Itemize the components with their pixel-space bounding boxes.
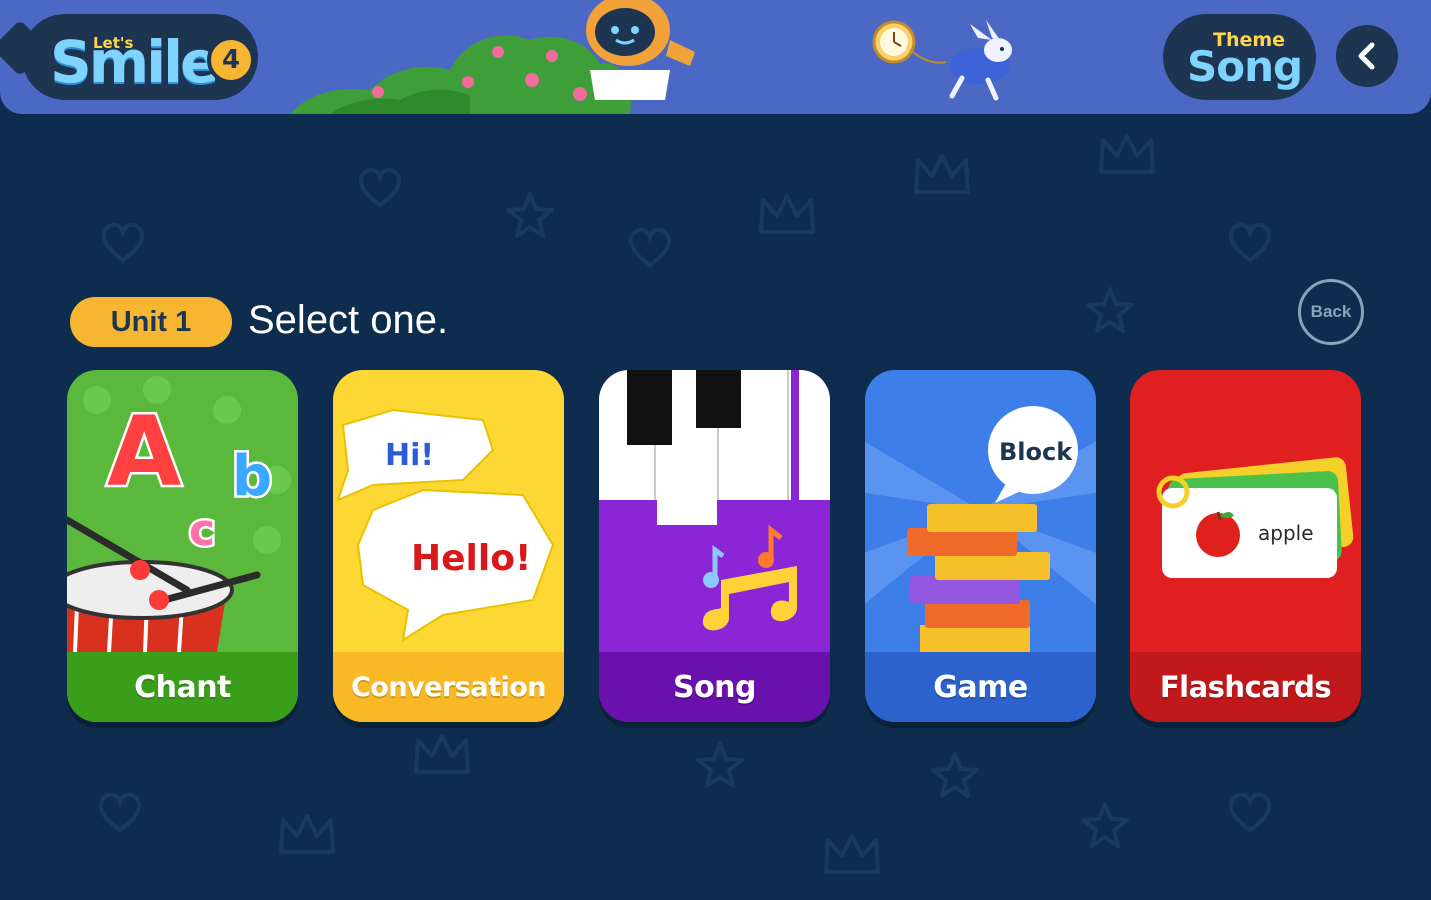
rabbit-clock-illustration [872, 20, 1012, 101]
crown-doodle-icon [759, 194, 815, 234]
heart-doodle-icon [358, 167, 402, 208]
flashcards-card[interactable]: apple Flashcards [1130, 370, 1361, 722]
hi-text: Hi! [385, 438, 434, 473]
crown-doodle-icon [279, 814, 335, 854]
flashcard-apple-icon: apple [1156, 457, 1354, 578]
crown-doodle-icon [1099, 134, 1155, 174]
level-badge: 4 [207, 36, 255, 84]
star-doodle-icon [506, 192, 554, 238]
letter-a-glyph: A [107, 396, 181, 508]
heart-doodle-icon [98, 792, 142, 833]
select-prompt: Select one. [248, 298, 449, 342]
chevron-left-icon [1358, 42, 1375, 70]
star-doodle-icon [1086, 287, 1134, 333]
crown-doodle-icon [914, 154, 970, 194]
theme-song-button[interactable]: Theme Song [1163, 14, 1316, 100]
header-back-button[interactable] [1336, 25, 1398, 87]
song-label: Song [599, 652, 830, 722]
chant-card[interactable]: A b c Chant [67, 370, 298, 722]
apple-word: apple [1258, 521, 1314, 545]
crown-doodle-icon [824, 834, 880, 874]
letter-c-glyph: c [189, 505, 215, 556]
block-text: Block [999, 438, 1073, 466]
chant-label: Chant [67, 652, 298, 722]
star-doodle-icon [931, 752, 979, 798]
heart-doodle-icon [101, 222, 145, 263]
speech-bubbles-icon: Hi! Hello! [336, 408, 555, 643]
song-card[interactable]: Song [599, 370, 830, 722]
conversation-card[interactable]: Hi! Hello! Conversation [333, 370, 564, 722]
game-label: Game [865, 652, 1096, 722]
heart-doodle-icon [628, 227, 672, 268]
letter-b-glyph: b [232, 444, 272, 509]
logo-lets-text: Let's [93, 34, 134, 52]
back-button[interactable]: Back [1298, 279, 1364, 345]
hello-text: Hello! [411, 538, 531, 579]
piano-notes-icon [599, 370, 830, 631]
star-doodle-icon [696, 742, 744, 788]
drum-abc-icon: A b c [67, 376, 291, 652]
conversation-label: Conversation [333, 652, 564, 722]
unit-badge: Unit 1 [70, 297, 232, 347]
heart-doodle-icon [1228, 792, 1272, 833]
theme-song-bottom-label: Song [1187, 42, 1303, 91]
block-tower-icon: Block [865, 406, 1096, 652]
bush-robot-illustration [290, 0, 695, 114]
star-doodle-icon [1081, 802, 1129, 848]
heart-doodle-icon [1228, 222, 1272, 263]
crown-doodle-icon [414, 734, 470, 774]
top-header: Smile Let's 4 Theme Song [0, 0, 1431, 114]
flashcards-label: Flashcards [1130, 652, 1361, 722]
game-card[interactable]: Block Game [865, 370, 1096, 722]
